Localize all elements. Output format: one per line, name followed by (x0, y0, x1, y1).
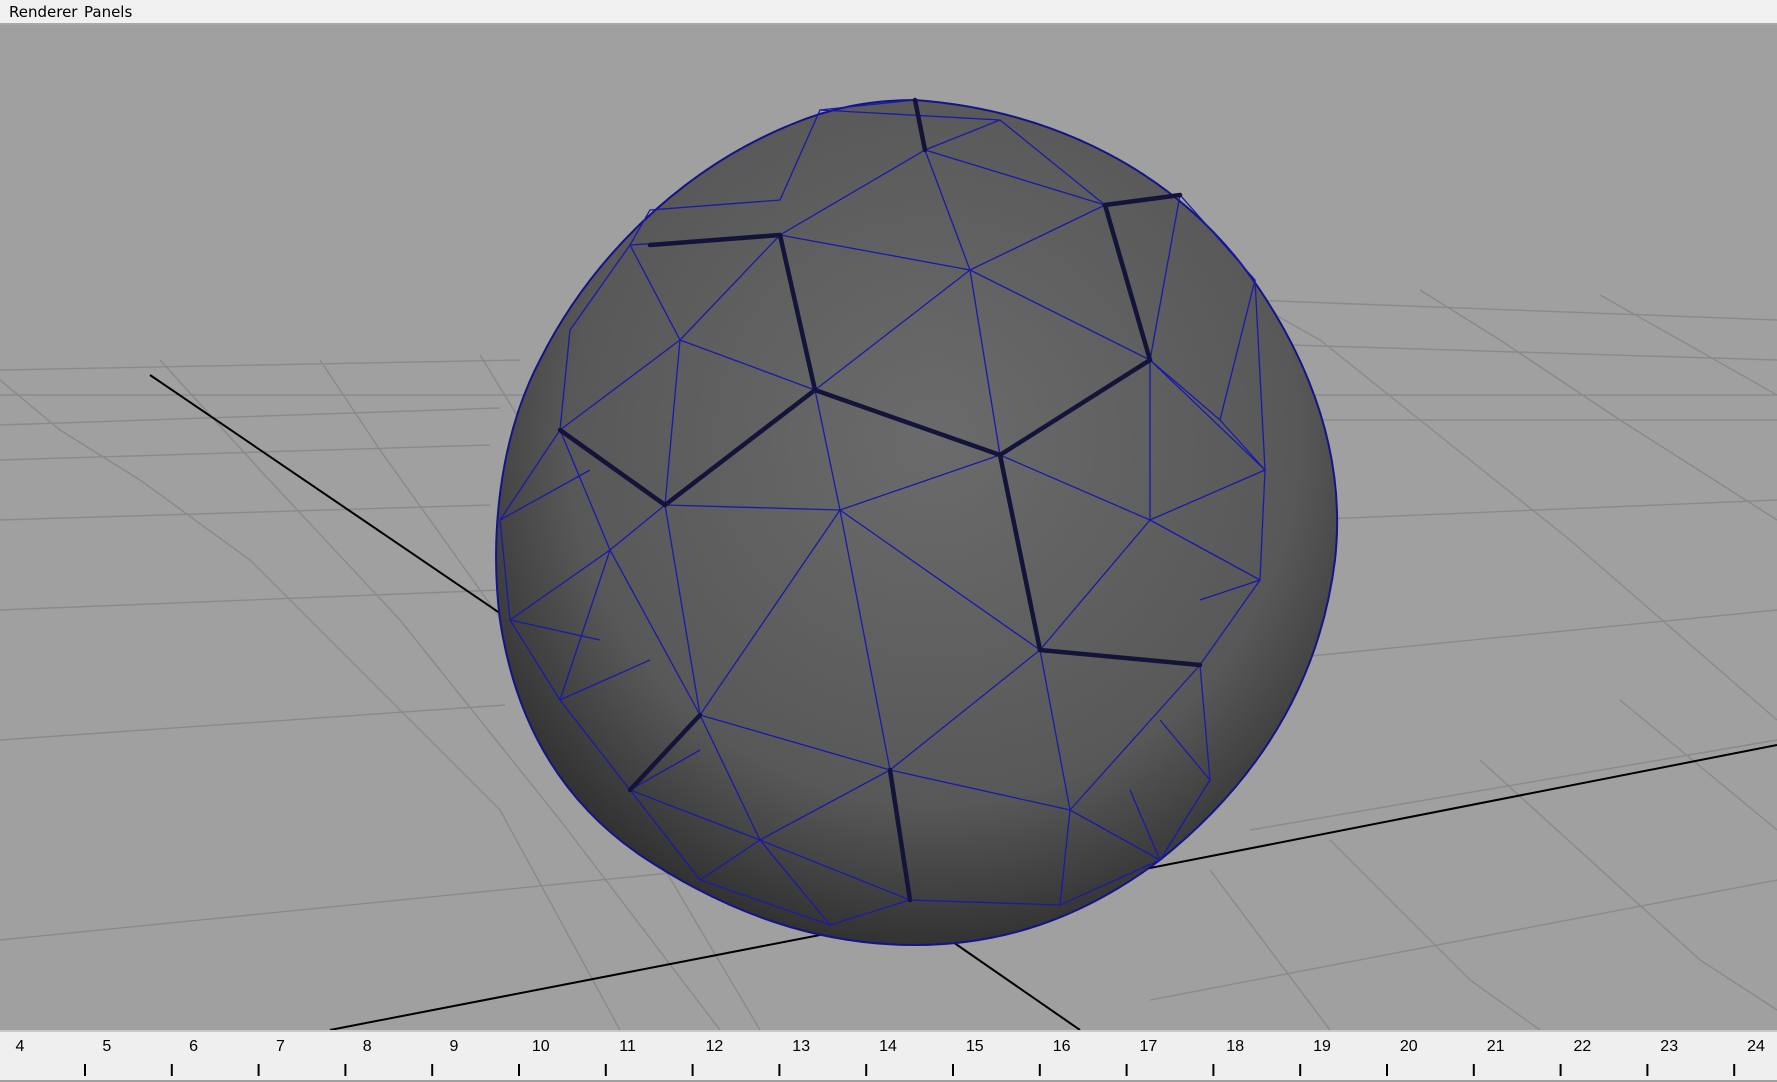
frame-label: 23 (1660, 1038, 1678, 1055)
viewport-canvas (0, 97, 1777, 1030)
frame-label: 22 (1574, 1038, 1592, 1055)
frame-label: 5 (102, 1038, 111, 1055)
frame-label: 16 (1053, 1038, 1071, 1055)
frame-label: 13 (792, 1038, 810, 1055)
frame-label: 12 (706, 1038, 724, 1055)
frame-label: 11 (619, 1038, 636, 1055)
frame-label: 24 (1747, 1038, 1765, 1055)
menu-renderer[interactable]: Renderer (9, 4, 77, 21)
perspective-viewport[interactable]: persp (0, 25, 1777, 1030)
menu-bar: Renderer Panels (0, 0, 1777, 25)
frame-label: 14 (879, 1038, 897, 1055)
frame-label: 4 (16, 1038, 25, 1055)
frame-label: 6 (189, 1038, 198, 1055)
frame-label: 10 (532, 1038, 550, 1055)
soccer-ball-mesh (495, 97, 1339, 947)
time-slider[interactable]: 4 5 6 7 8 9 10 11 12 13 14 15 16 17 18 19 20 21 22 23 24 (0, 1030, 1777, 1080)
frame-label: 9 (450, 1038, 459, 1055)
frame-label: 19 (1313, 1038, 1331, 1055)
frame-label: 18 (1226, 1038, 1244, 1055)
frame-label: 15 (966, 1038, 984, 1055)
menu-panels[interactable]: Panels (84, 4, 132, 21)
frame-label: 7 (276, 1038, 285, 1055)
frame-label: 17 (1140, 1038, 1158, 1055)
frame-label: 8 (363, 1038, 372, 1055)
frame-label: 21 (1487, 1038, 1505, 1055)
time-slider-ruler: 4 5 6 7 8 9 10 11 12 13 14 15 16 17 18 19 20 21 22 23 24 (16, 1038, 1765, 1076)
frame-label: 20 (1400, 1038, 1418, 1055)
